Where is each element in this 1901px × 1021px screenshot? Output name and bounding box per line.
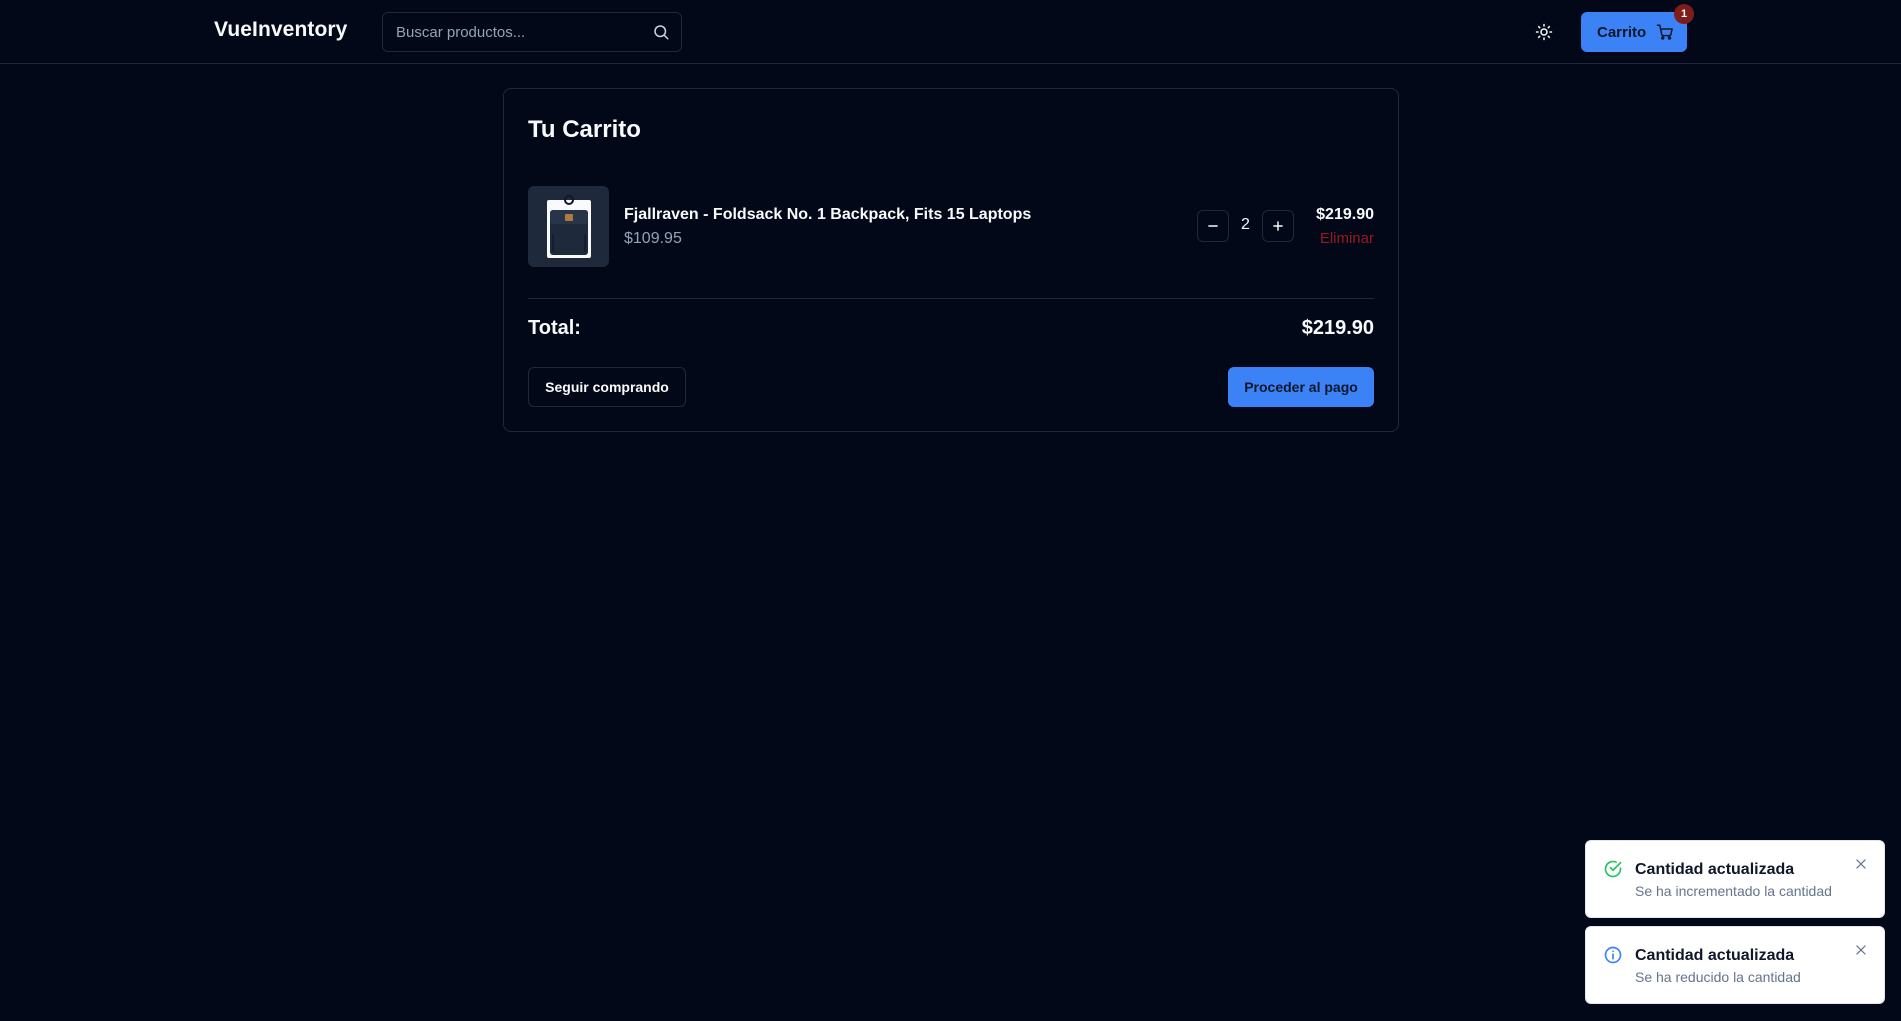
top-navbar: VueInventory Carrito 1 xyxy=(0,0,1901,64)
backpack-image xyxy=(546,194,591,258)
cart-card: Tu Carrito Fjallraven - Foldsack No. 1 B… xyxy=(503,88,1399,432)
search-icon[interactable] xyxy=(652,23,670,41)
check-circle-icon xyxy=(1604,860,1622,878)
minus-icon xyxy=(1208,225,1218,227)
product-unit-price: $109.95 xyxy=(624,230,682,247)
line-total: $219.90 xyxy=(1316,206,1374,223)
cart-button-label: Carrito xyxy=(1597,23,1647,41)
decrease-quantity-button[interactable] xyxy=(1197,210,1229,242)
toast-notification: Cantidad actualizada Se ha reducido la c… xyxy=(1585,926,1885,1004)
search-input[interactable] xyxy=(383,13,643,51)
product-name[interactable]: Fjallraven - Foldsack No. 1 Backpack, Fi… xyxy=(624,206,1031,224)
increase-quantity-button[interactable] xyxy=(1262,210,1294,242)
continue-shopping-button[interactable]: Seguir comprando xyxy=(528,367,686,407)
cart-button[interactable]: Carrito xyxy=(1581,12,1687,52)
theme-toggle-button[interactable] xyxy=(1524,12,1564,52)
total-value: $219.90 xyxy=(1301,317,1374,339)
app-logo[interactable]: VueInventory xyxy=(214,18,347,42)
remove-item-link[interactable]: Eliminar xyxy=(1320,230,1374,247)
checkout-button[interactable]: Proceder al pago xyxy=(1228,367,1374,407)
toast-notification: Cantidad actualizada Se ha incrementado … xyxy=(1585,840,1885,918)
toast-title: Cantidad actualizada xyxy=(1635,861,1795,878)
info-icon xyxy=(1604,946,1622,964)
cart-count-badge: 1 xyxy=(1674,4,1694,24)
shopping-cart-icon xyxy=(1656,24,1674,40)
sun-icon xyxy=(1535,23,1553,41)
page-title: Tu Carrito xyxy=(528,116,641,143)
plus-icon xyxy=(1273,221,1283,231)
close-icon[interactable] xyxy=(1854,857,1868,871)
toast-description: Se ha reducido la cantidad xyxy=(1635,969,1801,985)
close-icon[interactable] xyxy=(1854,943,1868,957)
toast-description: Se ha incrementado la cantidad xyxy=(1635,883,1832,899)
divider xyxy=(528,298,1374,299)
toast-title: Cantidad actualizada xyxy=(1635,947,1795,964)
total-label: Total: xyxy=(528,317,581,339)
product-image[interactable] xyxy=(528,186,609,267)
search-box xyxy=(382,12,682,52)
quantity-value: 2 xyxy=(1241,216,1250,233)
